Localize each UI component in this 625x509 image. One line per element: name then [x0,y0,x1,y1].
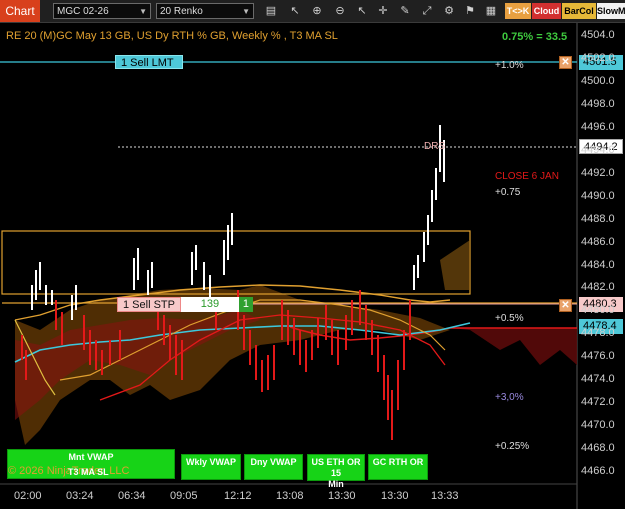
daily-change-label: 0.75% = 33.5 [502,31,568,43]
bars-icon[interactable]: ▤ [262,3,280,19]
red-cloud-right [450,328,577,365]
cloud-button[interactable]: Cloud [532,3,561,19]
price-tick-label: 4472.0 [581,396,615,409]
daily-vwap-button[interactable]: Dny VWAP [244,454,303,480]
price-tick-label: 4486.0 [581,235,615,248]
chevron-down-icon: ▼ [139,7,147,16]
annot-drs: DRS [424,141,446,152]
price-tick-label: 4504.0 [581,29,615,41]
bar-type-value: 20 Renko [160,6,203,17]
cursor-icon[interactable]: ↖ [353,3,371,19]
text-icon[interactable]: ✎ [396,3,414,19]
price-tick-label: 4484.0 [581,258,615,271]
properties-icon[interactable]: ⚙ [440,3,458,19]
daily-vwap-label: Dny VWAP [250,457,297,467]
instrument-selector[interactable]: MGC 02-26 ▼ [53,3,151,19]
barcol-button[interactable]: BarCol [562,3,596,19]
price-tick-label: 4480.0 [581,304,615,317]
us-eth-or-label-2: Min [328,479,344,489]
drawing-tools-icon[interactable]: ⤢ [418,3,436,19]
range-box-upper [1,230,471,295]
price-tick-label: 4476.0 [581,350,615,363]
price-tick-label: 4490.0 [581,189,615,202]
sell-stop-count[interactable]: 1 [238,297,253,312]
zoom-in-icon[interactable]: ⊕ [308,3,326,19]
annot-plus-025: +0.25% [495,441,530,452]
cancel-sell-limit-close-icon[interactable]: ✕ [559,56,572,69]
annot-close-jan: CLOSE 6 JAN [495,171,559,182]
renko-bars [21,125,445,440]
price-tick-label: 4474.0 [581,373,615,386]
time-tick-label: 13:30 [328,490,356,502]
monthly-vwap-label: Mnt VWAP [68,452,114,462]
us-eth-or-label: US ETH OR 15 [311,457,361,478]
price-tick-label: 4494.0 [581,143,615,156]
time-tick-label: 03:24 [66,490,94,502]
tk-button[interactable]: T<>K [505,3,531,19]
price-tick-label: 4488.0 [581,212,615,225]
price-chart-canvas[interactable] [0,23,625,509]
annot-plus-05: +0.5% [495,313,524,324]
t3-ma-label: T3 MA SL [68,467,109,477]
sell-stop-order-label[interactable]: 1 Sell STP [117,297,181,312]
sell-stop-quantity[interactable]: 139 [180,297,239,312]
time-tick-label: 12:12 [224,490,252,502]
instrument-value: MGC 02-26 [57,6,109,17]
gc-rth-or-label: GC RTH OR [372,457,424,467]
sell-stop-order[interactable]: 1 Sell STP 139 1 [117,297,253,312]
chart-toolbar: Chart MGC 02-26 ▼ 20 Renko ▼ ▤ ↖ ⊕ ⊖ ↖ ✛ ✎… [0,0,625,23]
chevron-down-icon: ▼ [242,7,250,16]
data-box-icon[interactable]: ▦ [482,3,500,19]
price-tick-label: 4468.0 [581,442,615,455]
zoom-out-icon[interactable]: ⊖ [331,3,349,19]
us-eth-or-button[interactable]: US ETH OR 15 Min [307,454,365,489]
gc-rth-or-button[interactable]: GC RTH OR [368,454,428,480]
annot-plus-3: +3,0% [495,392,524,403]
chart-title: RE 20 (M)GC May 13 GB, US Dy RTH % GB, W… [6,30,338,42]
strategies-icon[interactable]: ⚑ [461,3,479,19]
chart-tab[interactable]: Chart [0,0,40,22]
annot-plus-075: +0.75 [495,187,521,198]
crosshair-icon[interactable]: ✛ [374,3,392,19]
price-tick-label: 4496.0 [581,120,615,133]
time-tick-label: 09:05 [170,490,198,502]
price-tick-label: 4498.0 [581,97,615,110]
annot-plus-1: +1.0% [495,60,524,71]
price-tick-label: 4492.0 [581,166,615,179]
time-tick-label: 13:08 [276,490,304,502]
price-tick-label: 4466.0 [581,465,615,478]
weekly-vwap-button[interactable]: Wkly VWAP [181,454,241,480]
time-tick-label: 06:34 [118,490,146,502]
bar-type-selector[interactable]: 20 Renko ▼ [156,3,254,19]
cancel-sell-stop-close-icon[interactable]: ✕ [559,299,572,312]
price-tick-label: 4470.0 [581,419,615,432]
time-tick-label: 13:33 [431,490,459,502]
price-tick-label: 4502.0 [581,51,615,64]
time-tick-label: 13:30 [381,490,409,502]
weekly-vwap-label: Wkly VWAP [185,457,236,467]
time-tick-label: 02:00 [14,490,42,502]
price-tick-label: 4478.0 [581,327,615,340]
sell-limit-order-label[interactable]: 1 Sell LMT [115,55,183,69]
slowm-button[interactable]: SlowM [597,3,625,19]
price-tick-label: 4500.0 [581,74,615,87]
pointer-icon[interactable]: ↖ [286,3,304,19]
price-tick-label: 4482.0 [581,281,615,294]
